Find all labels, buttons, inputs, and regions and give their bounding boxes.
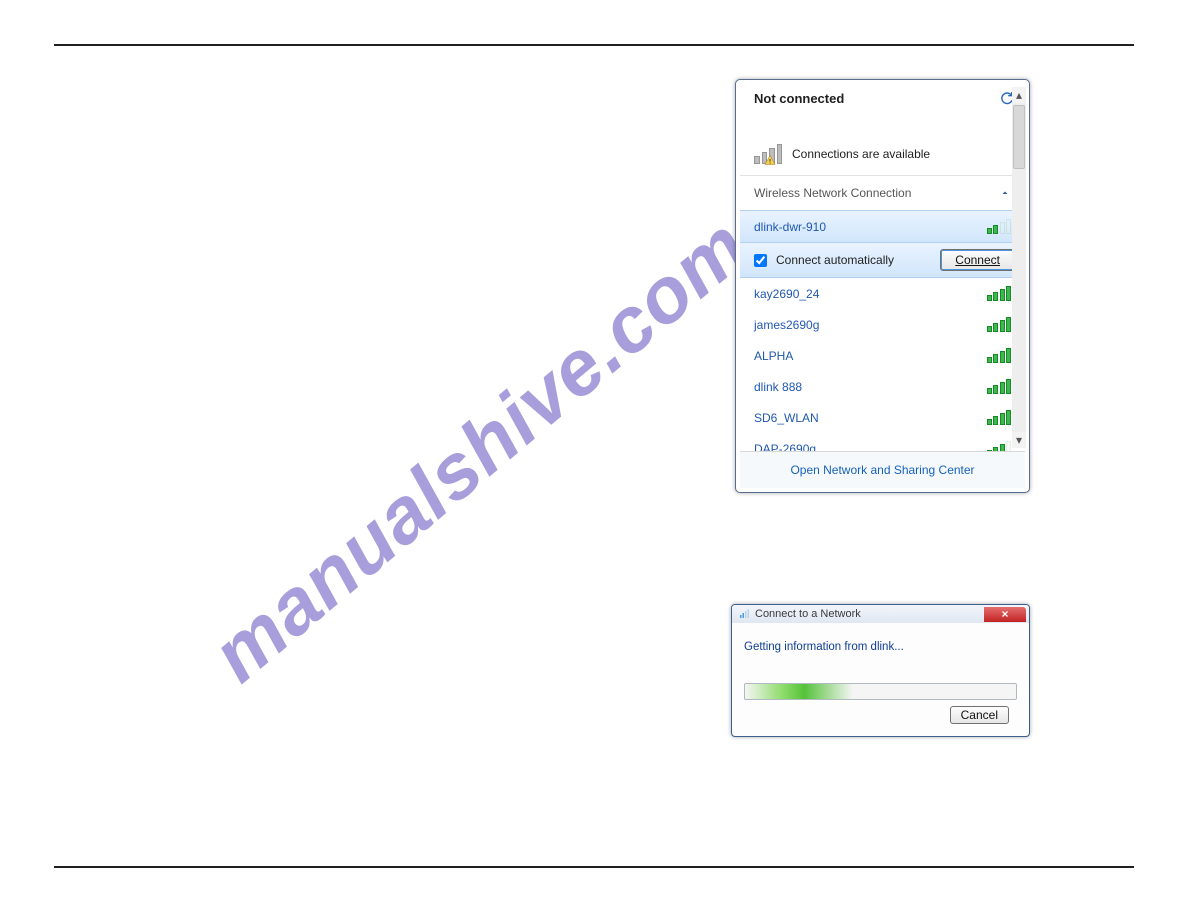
signal-icon [987,379,1012,394]
chevron-up-icon [999,187,1011,199]
scroll-up-button[interactable]: ▴ [1012,87,1026,103]
network-icon [738,608,750,620]
progress-bar [744,683,1017,700]
connect-panel: Connect automatically Connect [740,243,1025,278]
signal-icon [987,286,1012,301]
ssid-label: DAP-2690g [754,442,816,452]
dialog-titlebar: Connect to a Network [732,605,1029,623]
progress-fill [745,684,853,699]
open-network-center-link[interactable]: Open Network and Sharing Center [740,451,1025,488]
signal-icon [987,219,1012,234]
ssid-label: dlink-dwr-910 [754,220,826,234]
network-flyout: Not connected Connecti [735,79,1030,493]
ssid-label: SD6_WLAN [754,411,819,425]
scroll-thumb[interactable] [1013,105,1025,169]
network-item[interactable]: kay2690_24 [740,278,1025,309]
watermark: manualshive.com [194,200,765,700]
adapter-section-header[interactable]: Wireless Network Connection [740,176,1025,210]
top-divider [54,44,1134,46]
network-list: dlink-dwr-910 Connect automatically Conn… [740,210,1025,451]
scroll-down-button[interactable]: ▾ [1012,432,1026,448]
scrollbar[interactable]: ▴ ▾ [1012,87,1026,448]
network-item-selected[interactable]: dlink-dwr-910 [740,210,1025,243]
signal-warning-icon [754,144,782,164]
network-item[interactable]: dlink 888 [740,371,1025,402]
auto-checkbox-label: Connect automatically [776,253,894,267]
bottom-divider [54,866,1134,868]
connect-automatically-checkbox[interactable]: Connect automatically [750,251,894,270]
close-button[interactable] [984,607,1026,622]
connection-status: Not connected [754,91,844,106]
availability-text: Connections are available [792,147,930,161]
signal-icon [987,410,1012,425]
ssid-label: james2690g [754,318,819,332]
signal-icon [987,348,1012,363]
dialog-title-text: Connect to a Network [755,608,861,620]
signal-icon [987,317,1012,332]
ssid-label: kay2690_24 [754,287,819,301]
network-item[interactable]: ALPHA [740,340,1025,371]
footer-link-text: Open Network and Sharing Center [790,463,974,477]
dialog-message: Getting information from dlink... [744,641,1017,653]
auto-checkbox[interactable] [754,254,767,267]
connect-progress-dialog: Connect to a Network Getting information… [731,604,1030,737]
signal-icon [987,441,1012,451]
ssid-label: ALPHA [754,349,793,363]
connect-button[interactable]: Connect [940,249,1015,271]
network-item[interactable]: james2690g [740,309,1025,340]
network-item[interactable]: DAP-2690g [740,433,1025,451]
ssid-label: dlink 888 [754,380,802,394]
cancel-button[interactable]: Cancel [950,706,1009,724]
adapter-name: Wireless Network Connection [754,186,911,200]
network-item[interactable]: SD6_WLAN [740,402,1025,433]
